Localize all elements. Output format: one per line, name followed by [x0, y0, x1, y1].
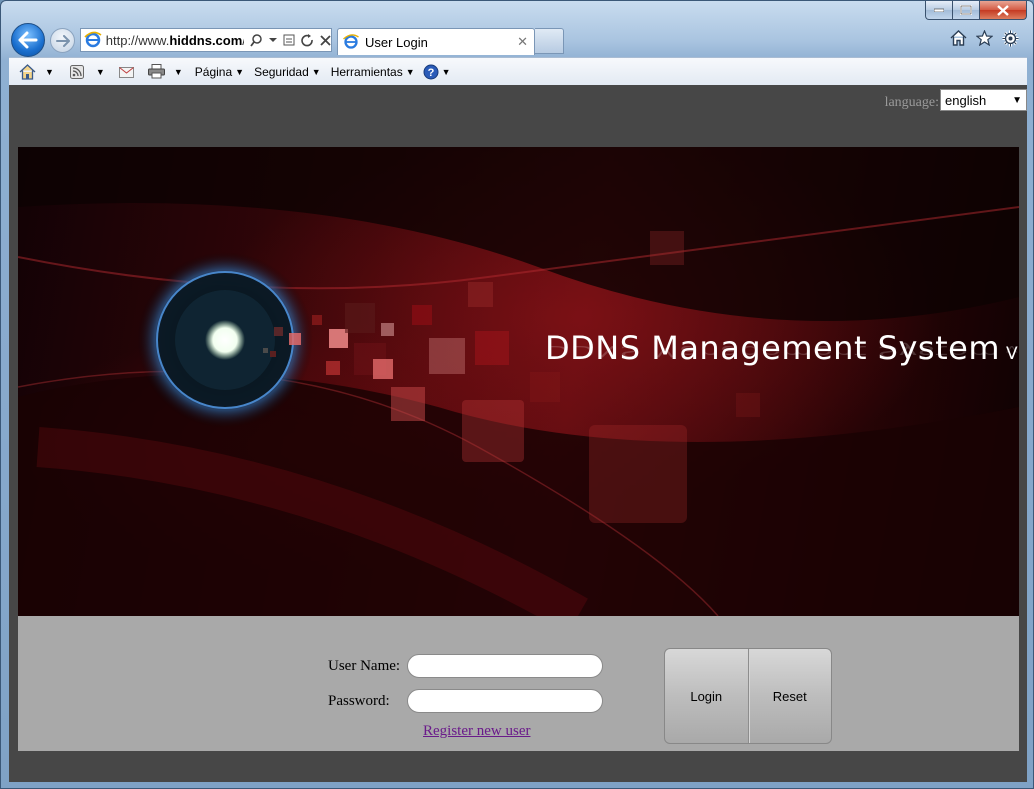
hero-banner: DDNS Management System V1.0 DDNS Manageme… — [18, 147, 1019, 616]
chevron-down-icon: ▼ — [95, 66, 105, 77]
url-suffix: /u — [242, 33, 244, 48]
gear-icon[interactable] — [1001, 29, 1019, 47]
address-tools — [250, 33, 331, 47]
password-input[interactable] — [407, 689, 603, 713]
minimize-icon — [934, 8, 944, 12]
window-caption-buttons — [925, 1, 1027, 21]
feeds-menu[interactable]: ▼ — [69, 64, 105, 79]
register-new-user-link[interactable]: Register new user — [423, 723, 530, 740]
browser-window: http://www.hiddns.com/u User Login ✕ ▼ — [0, 0, 1034, 789]
help-icon: ? — [423, 64, 439, 79]
forward-button[interactable] — [50, 28, 75, 53]
language-selector: language: english ▼ — [885, 89, 1027, 111]
mail-menu[interactable] — [118, 66, 134, 78]
chevron-down-icon[interactable] — [269, 37, 277, 43]
chevron-down-icon: ▼ — [173, 66, 183, 77]
page-content: language: english ▼ DDNS Management Syst… — [9, 85, 1027, 782]
login-panel: User Name: Password: Register new user L… — [18, 616, 1019, 751]
banner-artwork — [18, 147, 1019, 616]
close-icon — [997, 4, 1009, 16]
refresh-icon[interactable] — [301, 33, 314, 47]
favorites-star-icon[interactable] — [975, 29, 993, 47]
login-button[interactable]: Login — [665, 649, 749, 743]
chevron-down-icon: ▼ — [405, 66, 415, 77]
search-icon[interactable] — [250, 33, 263, 47]
maximize-button[interactable] — [953, 1, 980, 20]
restore-icon — [960, 5, 972, 15]
banner-reflection-version: V1.0 — [1006, 343, 1019, 354]
compat-icon[interactable] — [283, 34, 295, 46]
command-bar: ▼ ▼ ▼ Página ▼ Seguridad ▼ Herramientas … — [9, 57, 1027, 85]
url-prefix: http://www. — [105, 32, 170, 48]
back-arrow-icon — [18, 31, 38, 49]
chevron-down-icon: ▼ — [235, 66, 245, 77]
print-menu[interactable]: ▼ — [147, 64, 183, 79]
page-menu-label: Página — [194, 64, 233, 79]
language-select[interactable]: english ▼ — [940, 89, 1027, 111]
home-icon[interactable] — [949, 29, 967, 47]
print-icon — [147, 64, 165, 79]
page-menu[interactable]: Página ▼ — [195, 65, 244, 79]
url-domain: hiddns.com — [169, 32, 243, 48]
tab-user-login[interactable]: User Login ✕ — [337, 28, 535, 55]
ie-logo-icon — [343, 34, 359, 49]
tab-close-icon[interactable]: ✕ — [517, 34, 528, 50]
svg-text:?: ? — [427, 67, 434, 79]
banner-title-reflection: DDNS Management System V1.0 — [545, 342, 1019, 361]
new-tab-button[interactable] — [535, 28, 564, 54]
close-window-button[interactable] — [980, 1, 1027, 20]
tools-menu-label: Herramientas — [330, 64, 403, 79]
reset-button[interactable]: Reset — [749, 649, 832, 743]
language-selected-value: english — [945, 92, 987, 108]
address-url[interactable]: http://www.hiddns.com/u — [106, 33, 244, 48]
chevron-down-icon: ▼ — [441, 66, 451, 77]
banner-reflection-text: DDNS Management System — [545, 342, 1000, 361]
ie-logo-icon — [84, 31, 102, 48]
home-icon — [19, 63, 36, 80]
security-menu[interactable]: Seguridad ▼ — [254, 65, 321, 79]
language-label: language: — [884, 95, 939, 110]
chevron-down-icon: ▼ — [311, 66, 321, 77]
password-label: Password: — [328, 693, 390, 709]
stop-icon[interactable] — [320, 34, 331, 46]
home-menu[interactable]: ▼ — [19, 63, 54, 80]
back-button[interactable] — [11, 23, 45, 57]
mail-icon — [118, 66, 134, 78]
forward-arrow-icon — [55, 34, 70, 47]
tools-menu[interactable]: Herramientas ▼ — [331, 65, 415, 79]
feeds-icon — [69, 64, 84, 79]
help-menu[interactable]: ? ▼ — [423, 64, 451, 80]
tab-title: User Login — [365, 34, 428, 50]
chevron-down-icon: ▼ — [45, 66, 54, 77]
address-bar[interactable]: http://www.hiddns.com/u — [80, 28, 332, 52]
security-menu-label: Seguridad — [254, 64, 309, 79]
minimize-button[interactable] — [925, 1, 953, 20]
chevron-down-icon: ▼ — [1012, 94, 1022, 106]
username-label: User Name: — [328, 658, 401, 674]
login-button-group: Login Reset — [664, 648, 832, 744]
browser-right-icons — [949, 29, 1019, 47]
username-input[interactable] — [407, 654, 603, 678]
